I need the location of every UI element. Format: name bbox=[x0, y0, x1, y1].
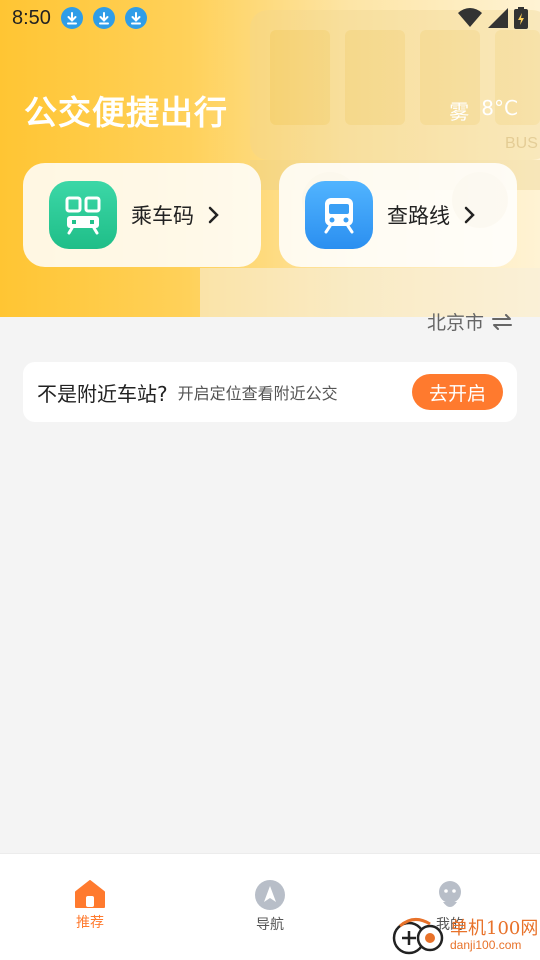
switch-icon bbox=[492, 313, 512, 330]
profile-icon bbox=[439, 881, 461, 907]
home-icon bbox=[75, 880, 105, 908]
download-icon bbox=[124, 7, 147, 29]
location-prompt: 不是附近车站? 开启定位查看附近公交 去开启 bbox=[23, 362, 517, 422]
weather-temperature: 8°C bbox=[481, 96, 518, 120]
download-icon bbox=[92, 7, 115, 29]
watermark: 单机100网 danji100.com bbox=[392, 912, 540, 960]
watermark-logo-icon bbox=[392, 918, 444, 955]
tab-navigation-label: 导航 bbox=[256, 917, 284, 933]
hero-banner: BUS 8:50 公交便捷出行 雾 8°C 乘车码 查路线 bbox=[0, 0, 540, 317]
watermark-name: 单机100网 bbox=[450, 918, 539, 940]
page-title: 公交便捷出行 bbox=[24, 93, 228, 132]
battery-icon bbox=[514, 7, 528, 29]
ride-code-label: 乘车码 bbox=[131, 204, 194, 228]
svg-text:BUS: BUS bbox=[505, 135, 538, 152]
qr-code-icon bbox=[49, 181, 117, 249]
location-prompt-subtitle: 开启定位查看附近公交 bbox=[177, 384, 338, 403]
weather-condition: 雾 bbox=[449, 100, 470, 124]
weather-info: 雾 8°C bbox=[449, 96, 518, 125]
tab-recommend-label: 推荐 bbox=[76, 915, 104, 931]
route-query-card[interactable]: 查路线 bbox=[279, 163, 517, 267]
ride-code-card[interactable]: 乘车码 bbox=[23, 163, 261, 267]
chevron-right-icon bbox=[464, 206, 475, 224]
navigation-icon bbox=[255, 880, 285, 910]
bus-background-image: BUS bbox=[200, 10, 540, 317]
tab-recommend[interactable]: 推荐 bbox=[0, 854, 180, 960]
enable-location-button[interactable]: 去开启 bbox=[412, 374, 503, 410]
route-query-label: 查路线 bbox=[387, 204, 450, 228]
location-prompt-title: 不是附近车站? bbox=[37, 381, 168, 406]
signal-icon bbox=[488, 8, 508, 28]
train-icon bbox=[305, 181, 373, 249]
status-bar: 8:50 bbox=[0, 0, 540, 36]
tab-navigation[interactable]: 导航 bbox=[180, 854, 360, 960]
wifi-icon bbox=[458, 8, 482, 27]
city-switcher[interactable]: 北京市 bbox=[427, 308, 512, 335]
status-time: 8:50 bbox=[12, 6, 51, 29]
download-icon bbox=[60, 7, 83, 29]
watermark-url: danji100.com bbox=[450, 938, 522, 953]
city-name: 北京市 bbox=[426, 312, 484, 334]
chevron-right-icon bbox=[208, 206, 219, 224]
